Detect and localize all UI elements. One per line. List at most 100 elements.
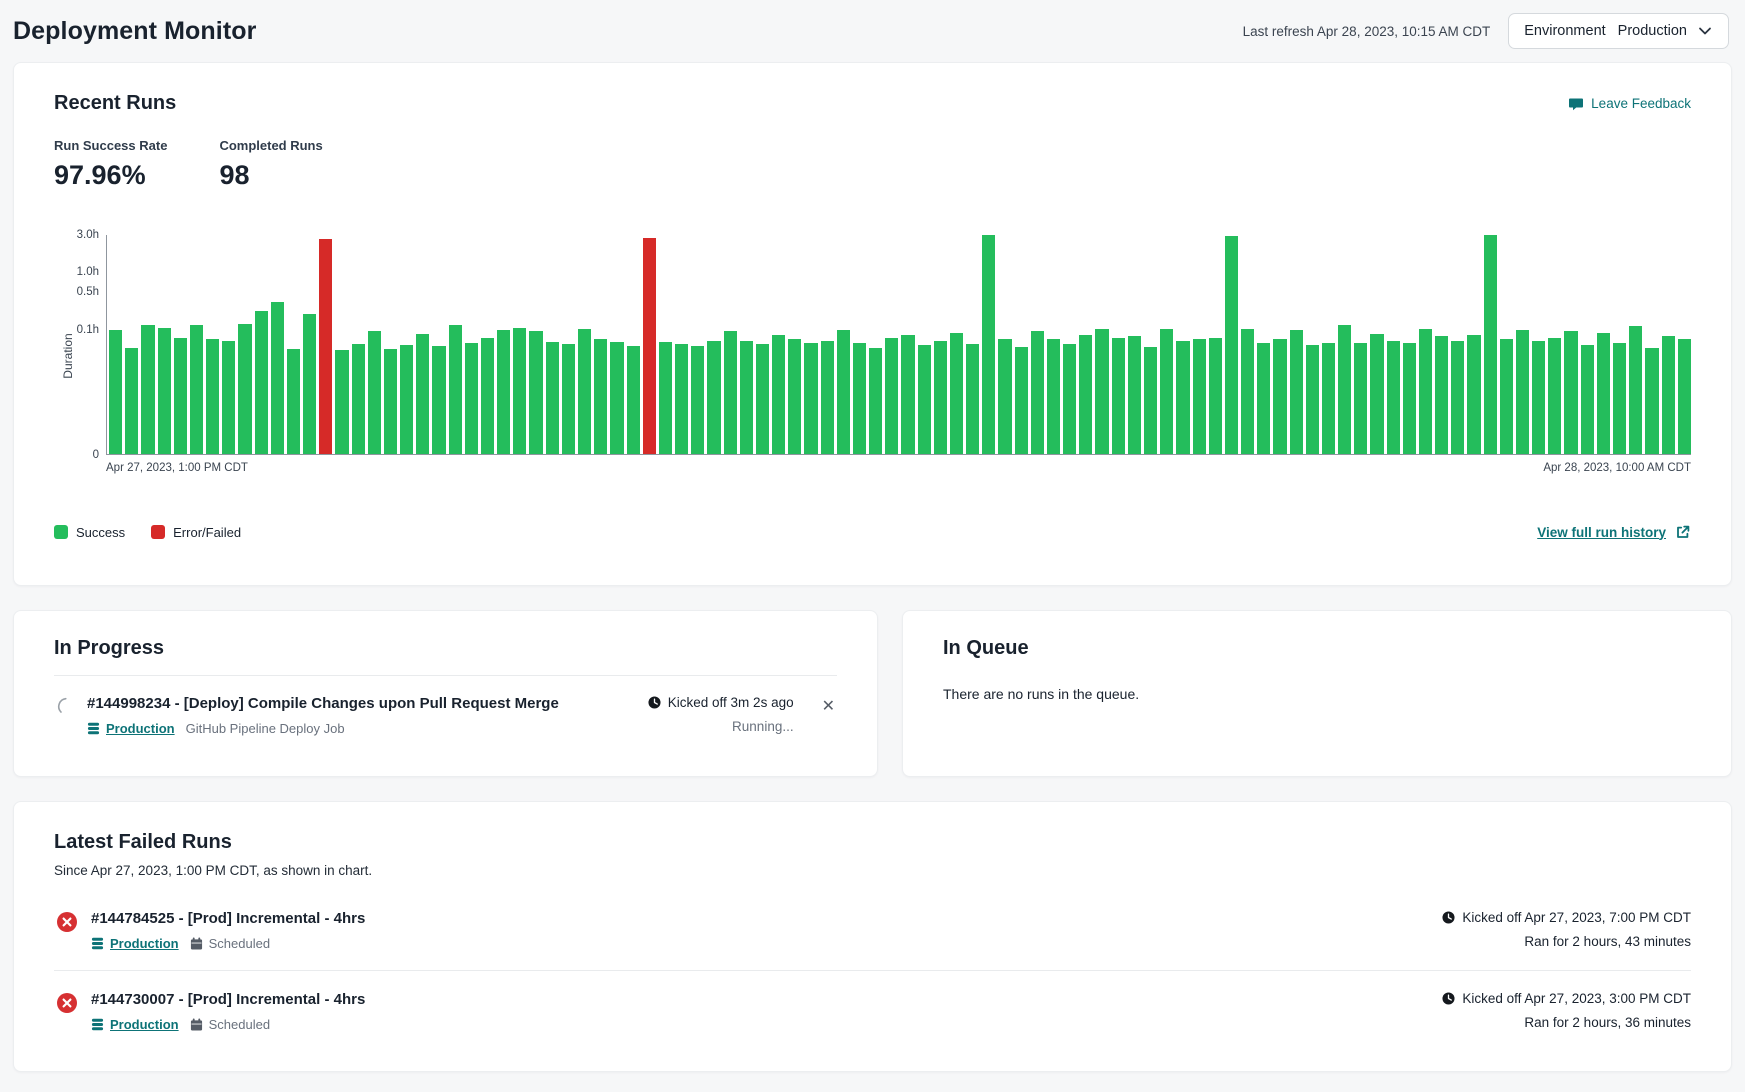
chart-bar-success[interactable] [465,343,478,454]
chart-bar-success[interactable] [982,235,995,454]
chart-bar-success[interactable] [416,334,429,454]
chart-bar-success[interactable] [481,338,494,454]
chart-bar-success[interactable] [529,331,542,454]
chart-bar-success[interactable] [821,341,834,454]
chart-bar-success[interactable] [1079,335,1092,454]
chart-bar-success[interactable] [772,335,785,454]
chart-bar-failed[interactable] [643,238,656,454]
chart-bar-success[interactable] [998,339,1011,454]
chart-bar-success[interactable] [1564,331,1577,454]
chart-bar-success[interactable] [1581,345,1594,454]
chart-bar-success[interactable] [1273,339,1286,454]
chart-bar-success[interactable] [966,344,979,454]
chart-bar-success[interactable] [1370,334,1383,454]
chart-bar-success[interactable] [1662,336,1675,454]
leave-feedback-button[interactable]: Leave Feedback [1568,96,1691,112]
chart-bar-success[interactable] [1095,329,1108,454]
chart-bar-success[interactable] [1290,330,1303,454]
chart-bar-success[interactable] [1338,325,1351,454]
chart-bar-success[interactable] [546,342,559,454]
chart-bar-success[interactable] [141,325,154,454]
chart-bar-success[interactable] [853,343,866,454]
chart-bar-success[interactable] [255,311,268,454]
chart-bar-success[interactable] [934,341,947,454]
chart-bar-success[interactable] [627,346,640,454]
chart-bar-success[interactable] [222,341,235,454]
chart-bar-success[interactable] [125,348,138,454]
view-full-run-history-link[interactable]: View full run history [1537,524,1691,540]
chart-bar-success[interactable] [1031,331,1044,454]
chart-bar-success[interactable] [174,338,187,454]
chart-bar-success[interactable] [287,349,300,454]
chart-bar-success[interactable] [1467,335,1480,454]
environment-dropdown[interactable]: Environment Production [1508,13,1729,49]
chart-bar-success[interactable] [740,341,753,454]
chart-bar-success[interactable] [1193,339,1206,454]
chart-bar-success[interactable] [610,342,623,454]
chart-bar-success[interactable] [1063,344,1076,454]
production-environment-link[interactable]: Production [87,721,175,736]
close-icon[interactable]: ✕ [820,697,837,717]
chart-bar-success[interactable] [756,344,769,454]
production-environment-link[interactable]: Production [91,1017,179,1032]
chart-bar-success[interactable] [303,314,316,454]
chart-bar-success[interactable] [724,331,737,454]
chart-bar-success[interactable] [659,342,672,454]
chart-bar-success[interactable] [1597,333,1610,454]
chart-bar-success[interactable] [1257,343,1270,454]
chart-bar-success[interactable] [675,344,688,454]
chart-bar-success[interactable] [335,350,348,454]
chart-bar-success[interactable] [368,331,381,454]
chart-bar-success[interactable] [497,330,510,454]
chart-bar-success[interactable] [1613,343,1626,454]
chart-bar-success[interactable] [1015,347,1028,454]
production-environment-link[interactable]: Production [91,936,179,951]
chart-bar-success[interactable] [1225,236,1238,454]
chart-bar-success[interactable] [206,339,219,454]
chart-bar-success[interactable] [432,346,445,454]
chart-bar-failed[interactable] [319,239,332,454]
chart-bar-success[interactable] [1419,329,1432,454]
chart-bar-success[interactable] [1629,326,1642,454]
chart-bar-success[interactable] [901,335,914,454]
chart-bar-success[interactable] [691,346,704,454]
chart-bar-success[interactable] [1548,338,1561,454]
chart-bar-success[interactable] [190,325,203,454]
chart-bar-success[interactable] [1144,347,1157,454]
chart-bar-success[interactable] [1306,345,1319,454]
chart-bar-success[interactable] [1047,339,1060,454]
chart-bar-success[interactable] [271,302,284,454]
chart-bar-success[interactable] [788,339,801,454]
chart-bar-success[interactable] [513,328,526,454]
chart-bar-success[interactable] [1160,329,1173,454]
chart-bar-success[interactable] [562,344,575,454]
chart-bar-success[interactable] [950,333,963,454]
chart-bar-success[interactable] [869,348,882,454]
chart-bar-success[interactable] [1128,336,1141,454]
chart-bar-success[interactable] [918,345,931,454]
chart-bar-success[interactable] [804,343,817,454]
chart-bar-success[interactable] [109,330,122,454]
chart-bar-success[interactable] [1354,343,1367,454]
chart-bar-success[interactable] [1500,339,1513,454]
chart-bar-success[interactable] [1241,329,1254,454]
chart-bar-success[interactable] [1112,338,1125,454]
chart-bar-success[interactable] [238,324,251,454]
chart-bar-success[interactable] [1176,341,1189,454]
chart-bar-success[interactable] [1516,330,1529,454]
chart-bar-success[interactable] [1532,341,1545,454]
chart-bar-success[interactable] [885,338,898,454]
chart-bar-success[interactable] [707,341,720,454]
chart-bar-success[interactable] [837,330,850,454]
chart-bar-success[interactable] [1484,235,1497,454]
chart-bar-success[interactable] [1678,339,1691,454]
chart-bar-success[interactable] [400,345,413,454]
chart-bar-success[interactable] [1387,341,1400,454]
chart-bar-success[interactable] [594,339,607,454]
chart-bar-success[interactable] [1322,343,1335,454]
chart-bar-success[interactable] [158,328,171,454]
chart-bar-success[interactable] [1645,348,1658,454]
chart-bar-success[interactable] [1209,338,1222,454]
chart-bar-success[interactable] [1403,343,1416,454]
chart-bar-success[interactable] [449,325,462,454]
